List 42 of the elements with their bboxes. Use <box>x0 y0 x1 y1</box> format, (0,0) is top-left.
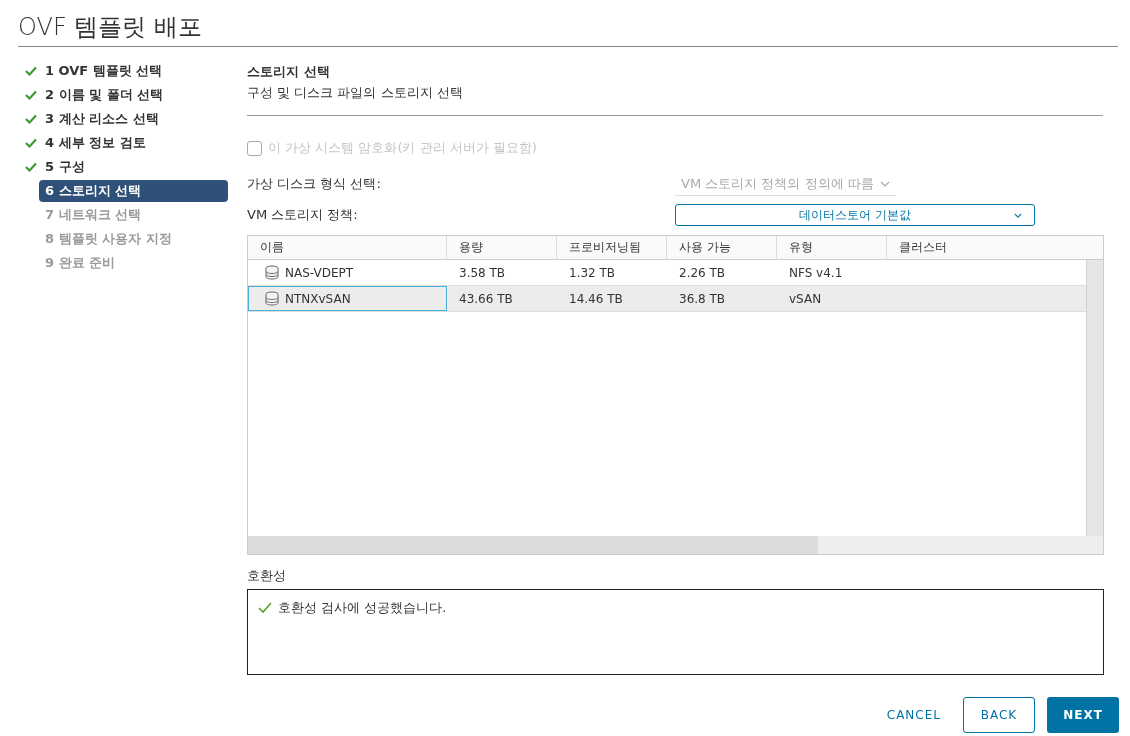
table-cell-text: 2.26 TB <box>679 264 726 282</box>
dropdown[interactable]: 데이터스토어 기본값 <box>675 204 1035 226</box>
column-header[interactable]: 사용 가능 <box>667 236 777 259</box>
horizontal-scrollbar-thumb[interactable] <box>248 536 818 554</box>
table-cell-text: 14.46 TB <box>569 290 623 308</box>
wizard-step[interactable]: 4 세부 정보 검토 <box>45 132 146 154</box>
wizard-step[interactable]: 3 계산 리소스 선택 <box>45 108 159 130</box>
table-cell-text: NTNXvSAN <box>285 290 351 308</box>
field-label: VM 스토리지 정책: <box>247 206 359 225</box>
section-title: 스토리지 선택 <box>247 63 331 81</box>
wizard-step[interactable]: 2 이름 및 폴더 선택 <box>45 84 164 106</box>
chevron-down-icon <box>1014 213 1022 218</box>
table-cell-text: NFS v4.1 <box>789 264 843 282</box>
field-label: 가상 디스크 형식 선택: <box>247 175 382 194</box>
table-row[interactable]: NTNXvSAN 43.66 TB 14.46 TB 36.8 TB vSAN <box>248 286 1086 312</box>
button[interactable]: BACK <box>963 697 1035 733</box>
column-header[interactable]: 유형 <box>777 236 887 259</box>
database-icon <box>265 265 279 280</box>
column-header[interactable]: 클러스터 <box>887 236 1086 259</box>
vertical-scrollbar[interactable] <box>1086 260 1103 536</box>
table-cell-text: 3.58 TB <box>459 264 506 282</box>
window-title: OVF 템플릿 배포 <box>18 10 1118 47</box>
button[interactable]: NEXT <box>1047 697 1119 733</box>
table-cell-text: vSAN <box>789 290 822 308</box>
check-icon <box>258 602 272 614</box>
checkbox-label: 이 가상 시스템 암호화(키 관리 서버가 필요함) <box>268 139 537 158</box>
section-label: 호환성 <box>247 567 287 585</box>
wizard-step[interactable]: 6 스토리지 선택 <box>39 180 228 202</box>
column-header[interactable]: 용량 <box>447 236 557 259</box>
column-header[interactable]: 프로비저닝됨 <box>557 236 667 259</box>
status-message: 호환성 검사에 성공했습니다. <box>278 599 447 617</box>
table-cell-text: 36.8 TB <box>679 290 726 308</box>
button[interactable]: CANCEL <box>876 697 951 733</box>
table-cell-text: NAS-VDEPT <box>285 264 354 282</box>
wizard-step[interactable]: 1 OVF 템플릿 선택 <box>45 60 163 82</box>
chevron-down-icon <box>879 180 890 187</box>
wizard-step[interactable]: 5 구성 <box>45 156 85 178</box>
database-icon <box>265 291 279 306</box>
column-header[interactable]: 이름 <box>248 236 447 259</box>
section-subtitle: 구성 및 디스크 파일의 스토리지 선택 <box>247 84 464 102</box>
table-cell-text: 1.32 TB <box>569 264 616 282</box>
table-cell-text: 43.66 TB <box>459 290 513 308</box>
